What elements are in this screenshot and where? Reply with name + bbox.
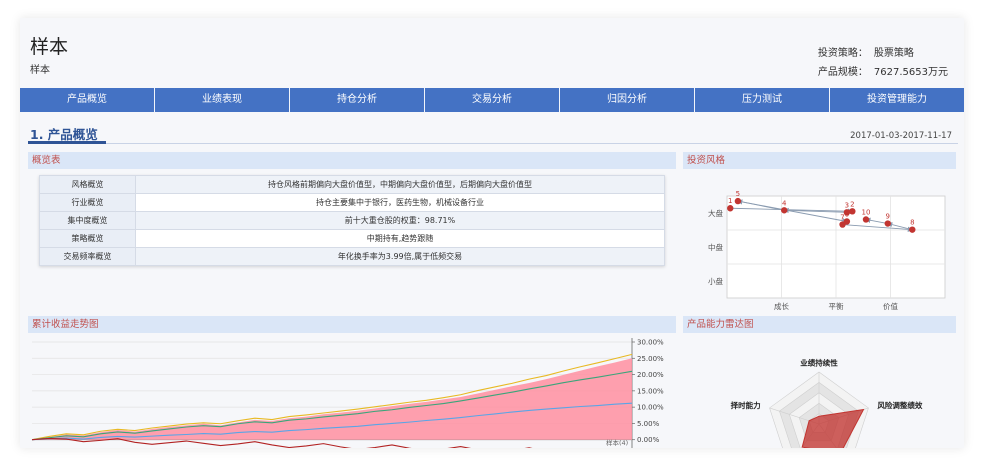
strategy-row: 投资策略： 股票策略 bbox=[818, 44, 948, 63]
tab-stress-test[interactable]: 压力测试 bbox=[695, 88, 830, 112]
y-tick-label: 5.00% bbox=[637, 420, 660, 428]
style-point bbox=[839, 221, 846, 228]
y-tick-label: 0.00% bbox=[637, 436, 660, 444]
tab-attribution-analysis[interactable]: 归因分析 bbox=[560, 88, 695, 112]
style-point bbox=[862, 216, 870, 223]
cumulative-return-chart: 30.00% 25.00% 20.00% 15.00% 10.00% 5.00% 0.00%… bbox=[31, 338, 664, 448]
y-tick-label: 大盘 bbox=[708, 208, 723, 218]
report-header: 样本 样本 投资策略： 股票策略 产品规模： 7627.5653万元 bbox=[20, 18, 964, 88]
y-tick-label: 20.00% bbox=[637, 371, 664, 379]
strategy-label: 投资策略： bbox=[817, 48, 868, 59]
y-tick-label: 中盘 bbox=[708, 242, 723, 252]
table-row: 策略概览 中期持有,趋势跟随 bbox=[39, 229, 665, 248]
table-row: 集中度概览 前十大重仓股的权重：98.71% bbox=[39, 211, 665, 230]
point-label: 2 bbox=[850, 200, 854, 208]
tab-holdings-analysis[interactable]: 持仓分析 bbox=[290, 88, 425, 112]
style-point bbox=[849, 208, 856, 215]
style-heading: 投资风格 bbox=[683, 152, 956, 169]
point-label: 5 bbox=[736, 190, 740, 198]
radar-axis-label: 择时能力 bbox=[731, 400, 761, 410]
y-tick-label: 25.00% bbox=[637, 355, 664, 363]
point-label: 9 bbox=[886, 213, 890, 221]
scale-value: 7627.5653万元 bbox=[873, 67, 948, 78]
radar-heading: 产品能力雷达图 bbox=[683, 316, 956, 333]
overview-key: 策略概览 bbox=[39, 229, 136, 248]
tab-performance[interactable]: 业绩表现 bbox=[155, 88, 290, 112]
section-title-underline bbox=[28, 141, 106, 144]
point-label: 10 bbox=[862, 208, 871, 216]
radar-axis-label: 业绩持续性 bbox=[800, 358, 838, 368]
style-scatter-chart: 大盘 中盘 小盘 成长 平衡 价值 1 2345678910 bbox=[708, 190, 946, 311]
page-title: 样本 bbox=[30, 36, 69, 58]
scale-label: 产品规模： bbox=[817, 67, 868, 78]
cumulative-heading: 累计收益走势图 bbox=[28, 316, 676, 333]
overview-key: 交易频率概览 bbox=[39, 247, 136, 266]
style-point bbox=[884, 220, 891, 227]
point-label: 1 bbox=[728, 197, 732, 205]
style-point bbox=[909, 226, 916, 233]
date-range: 2017-01-03-2017-11-17 bbox=[850, 131, 952, 141]
overview-value: 持仓风格前期偏向大盘价值型，中期偏向大盘价值型，后期偏向大盘价值型 bbox=[135, 175, 665, 194]
scale-row: 产品规模： 7627.5653万元 bbox=[818, 63, 948, 82]
point-label: 6 bbox=[845, 211, 850, 219]
strategy-value: 股票策略 bbox=[873, 48, 914, 59]
overview-key: 风格概览 bbox=[39, 175, 136, 194]
table-row: 交易频率概览 年化换手率为3.99倍,属于低频交易 bbox=[39, 247, 665, 266]
overview-heading: 概览表 bbox=[28, 152, 676, 169]
main-nav: 产品概览 业绩表现 持仓分析 交易分析 归因分析 压力测试 投资管理能力 bbox=[20, 88, 964, 112]
y-tick-label: 10.00% bbox=[637, 404, 664, 412]
overview-key: 行业概览 bbox=[39, 193, 136, 212]
x-tick-label: 价值 bbox=[883, 301, 898, 311]
overview-table: 风格概览 持仓风格前期偏向大盘价值型，中期偏向大盘价值型，后期偏向大盘价值型 行… bbox=[39, 175, 665, 266]
y-tick-label: 15.00% bbox=[637, 387, 664, 395]
tab-investment-management[interactable]: 投资管理能力 bbox=[830, 88, 964, 112]
report-frame: 样本 样本 投资策略： 股票策略 产品规模： 7627.5653万元 产品概览 业绩… bbox=[20, 18, 964, 448]
overview-key: 集中度概览 bbox=[39, 211, 136, 230]
style-point bbox=[727, 205, 734, 212]
product-meta: 投资策略： 股票策略 产品规模： 7627.5653万元 bbox=[818, 44, 948, 82]
capability-radar-chart: 业绩持续性风险调整绩效风控能力择股能力择时能力 bbox=[731, 358, 923, 448]
point-label: 3 bbox=[845, 201, 849, 209]
point-label: 8 bbox=[910, 219, 914, 227]
style-point bbox=[734, 197, 742, 205]
x-tick-label: 成长 bbox=[774, 301, 789, 311]
y-tick-label: 小盘 bbox=[708, 276, 723, 286]
overview-value: 年化换手率为3.99倍,属于低频交易 bbox=[135, 247, 665, 266]
overview-value: 持仓主要集中于银行，医药生物，机械设备行业 bbox=[135, 193, 665, 212]
y-tick-label: 30.00% bbox=[637, 339, 664, 347]
style-point bbox=[781, 207, 788, 214]
point-label: 4 bbox=[782, 199, 787, 207]
x-tick-label: 平衡 bbox=[829, 301, 844, 311]
tab-product-overview[interactable]: 产品概览 bbox=[20, 88, 155, 112]
table-row: 风格概览 持仓风格前期偏向大盘价值型，中期偏向大盘价值型，后期偏向大盘价值型 bbox=[39, 175, 665, 194]
legend-stub: 样本(4) bbox=[606, 438, 628, 447]
overview-value: 中期持有,趋势跟随 bbox=[135, 229, 665, 248]
radar-axis-label: 风险调整绩效 bbox=[877, 400, 922, 410]
tab-trading-analysis[interactable]: 交易分析 bbox=[425, 88, 560, 112]
page-subtitle: 样本 bbox=[30, 65, 50, 76]
overview-value: 前十大重仓股的权重：98.71% bbox=[135, 211, 665, 230]
point-label: 7 bbox=[840, 214, 844, 222]
table-row: 行业概览 持仓主要集中于银行，医药生物，机械设备行业 bbox=[39, 193, 665, 212]
section-divider bbox=[28, 143, 958, 144]
